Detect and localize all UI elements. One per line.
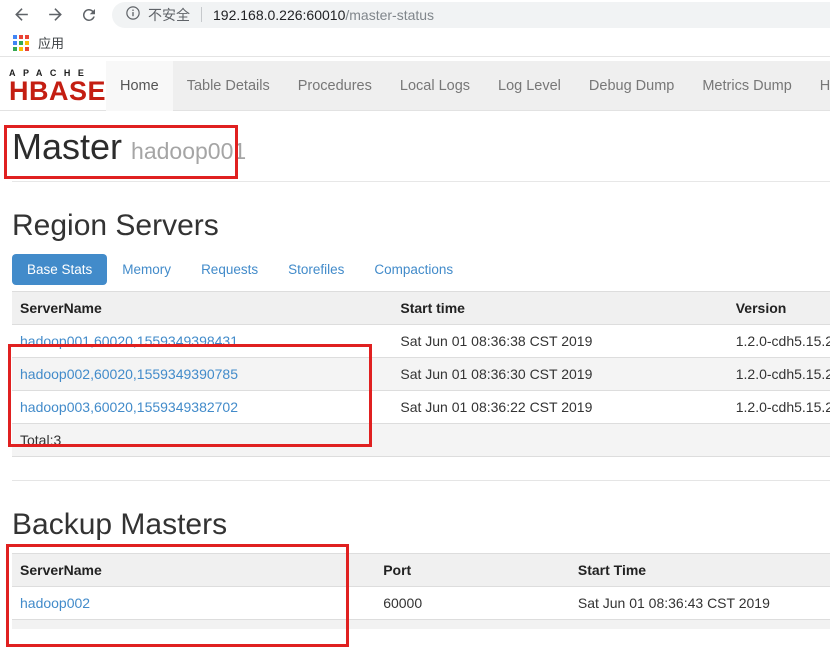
table-row: hadoop002,60020,1559349390785 Sat Jun 01 … xyxy=(12,358,830,391)
version-cell: 1.2.0-cdh5.15.2 xyxy=(728,391,830,424)
hbase-logo[interactable]: APACHE HBASE xyxy=(0,61,106,110)
nav-item-home: Home xyxy=(106,61,173,110)
column-header: Start time xyxy=(392,292,727,325)
table-row: hadoop001,60020,1559349398431 Sat Jun 01 … xyxy=(12,325,830,358)
browser-toolbar: 不安全 192.168.0.226:60010/master-status xyxy=(0,0,830,29)
total-row: Total:3 xyxy=(12,424,830,457)
nav-item-table-details: Table Details xyxy=(173,61,284,110)
version-cell: 1.2.0-cdh5.15.2 xyxy=(728,358,830,391)
forward-icon[interactable] xyxy=(44,4,66,26)
tab-requests: Requests xyxy=(186,254,273,285)
nav-item-log-level: Log Level xyxy=(484,61,575,110)
server-link[interactable]: hadoop003,60020,1559349382702 xyxy=(20,399,238,415)
backup-masters-table: ServerNamePortStart Time hadoop002 60000S… xyxy=(12,553,830,619)
nav-link[interactable]: Local Logs xyxy=(386,61,484,111)
nav-item-debug-dump: Debug Dump xyxy=(575,61,688,110)
tab-link[interactable]: Requests xyxy=(186,254,273,285)
bookmarks-apps-label[interactable]: 应用 xyxy=(38,33,64,52)
region-servers-table: ServerNameStart timeVersion hadoop001,60… xyxy=(12,291,830,457)
server-name-cell: hadoop002 xyxy=(12,587,375,620)
nav-link[interactable]: HBase xyxy=(806,61,830,111)
table-header-row: ServerNameStart timeVersion xyxy=(12,292,830,325)
port-cell: 60000 xyxy=(375,587,570,620)
region-servers-title: Region Servers xyxy=(12,209,830,242)
start-time-cell: Sat Jun 01 08:36:38 CST 2019 xyxy=(392,325,727,358)
column-header: ServerName xyxy=(12,554,375,587)
start-time-cell: Sat Jun 01 08:36:22 CST 2019 xyxy=(392,391,727,424)
refresh-icon[interactable] xyxy=(78,4,100,26)
server-link[interactable]: hadoop002 xyxy=(20,595,90,611)
server-name-cell: hadoop003,60020,1559349382702 xyxy=(12,391,392,424)
server-link[interactable]: hadoop002,60020,1559349390785 xyxy=(20,366,238,382)
backup-masters-title: Backup Masters xyxy=(12,508,830,541)
tab-base-stats: Base Stats xyxy=(12,254,107,285)
nav-item-procedures: Procedures xyxy=(284,61,386,110)
tab-link[interactable]: Storefiles xyxy=(273,254,359,285)
tab-link[interactable]: Memory xyxy=(107,254,186,285)
version-cell: 1.2.0-cdh5.15.2 xyxy=(728,325,830,358)
table-row: hadoop002 60000Sat Jun 01 08:36:43 CST 20… xyxy=(12,587,830,620)
nav-item-local-logs: Local Logs xyxy=(386,61,484,110)
nav-item-hbase: HBase xyxy=(806,61,830,110)
logo-hbase-text: HBASE xyxy=(9,78,106,104)
start-time-cell: Sat Jun 01 08:36:30 CST 2019 xyxy=(392,358,727,391)
page-content: Master hadoop001 Region Servers Base Stat… xyxy=(0,127,830,629)
tab-compactions: Compactions xyxy=(359,254,468,285)
region-servers-tabs: Base StatsMemoryRequestsStorefilesCompac… xyxy=(12,254,830,285)
back-icon[interactable] xyxy=(10,4,32,26)
server-name-cell: hadoop002,60020,1559349390785 xyxy=(12,358,392,391)
column-header: Port xyxy=(375,554,570,587)
url-host: 192.168.0.226:60010 xyxy=(213,7,345,23)
tab-storefiles: Storefiles xyxy=(273,254,359,285)
table-row: hadoop003,60020,1559349382702 Sat Jun 01 … xyxy=(12,391,830,424)
apps-grid-icon[interactable] xyxy=(13,35,29,51)
master-hostname: hadoop001 xyxy=(131,138,246,164)
server-link[interactable]: hadoop001,60020,1559349398431 xyxy=(20,333,238,349)
address-bar[interactable]: 不安全 192.168.0.226:60010/master-status xyxy=(112,2,830,28)
info-icon[interactable] xyxy=(125,5,141,24)
start-time-cell: Sat Jun 01 08:36:43 CST 2019 xyxy=(570,587,830,620)
column-header: Start Time xyxy=(570,554,830,587)
page-title: Master hadoop001 xyxy=(12,127,830,171)
navbar: APACHE HBASE HomeTable DetailsProcedures… xyxy=(0,61,830,111)
title-divider xyxy=(12,181,830,182)
security-status[interactable]: 不安全 xyxy=(148,5,190,25)
master-title: Master xyxy=(12,126,122,167)
omnibox-divider xyxy=(201,7,202,22)
nav-link[interactable]: Table Details xyxy=(173,61,284,111)
nav-link[interactable]: Home xyxy=(106,61,173,111)
top-navigation: HomeTable DetailsProceduresLocal LogsLog… xyxy=(106,61,830,110)
tab-link[interactable]: Base Stats xyxy=(12,254,107,285)
table-header-row: ServerNamePortStart Time xyxy=(12,554,830,587)
next-row-partial xyxy=(12,619,830,629)
column-header: Version xyxy=(728,292,830,325)
section-divider xyxy=(12,480,830,481)
nav-link[interactable]: Procedures xyxy=(284,61,386,111)
tab-memory: Memory xyxy=(107,254,186,285)
nav-link[interactable]: Debug Dump xyxy=(575,61,688,111)
nav-link[interactable]: Metrics Dump xyxy=(688,61,805,111)
url-text: 192.168.0.226:60010/master-status xyxy=(213,7,434,23)
bookmarks-bar: 应用 xyxy=(0,29,830,57)
nav-link[interactable]: Log Level xyxy=(484,61,575,111)
server-name-cell: hadoop001,60020,1559349398431 xyxy=(12,325,392,358)
total-cell: Total:3 xyxy=(12,424,830,457)
column-header: ServerName xyxy=(12,292,392,325)
nav-item-metrics-dump: Metrics Dump xyxy=(688,61,805,110)
url-path: /master-status xyxy=(345,7,434,23)
tab-link[interactable]: Compactions xyxy=(359,254,468,285)
